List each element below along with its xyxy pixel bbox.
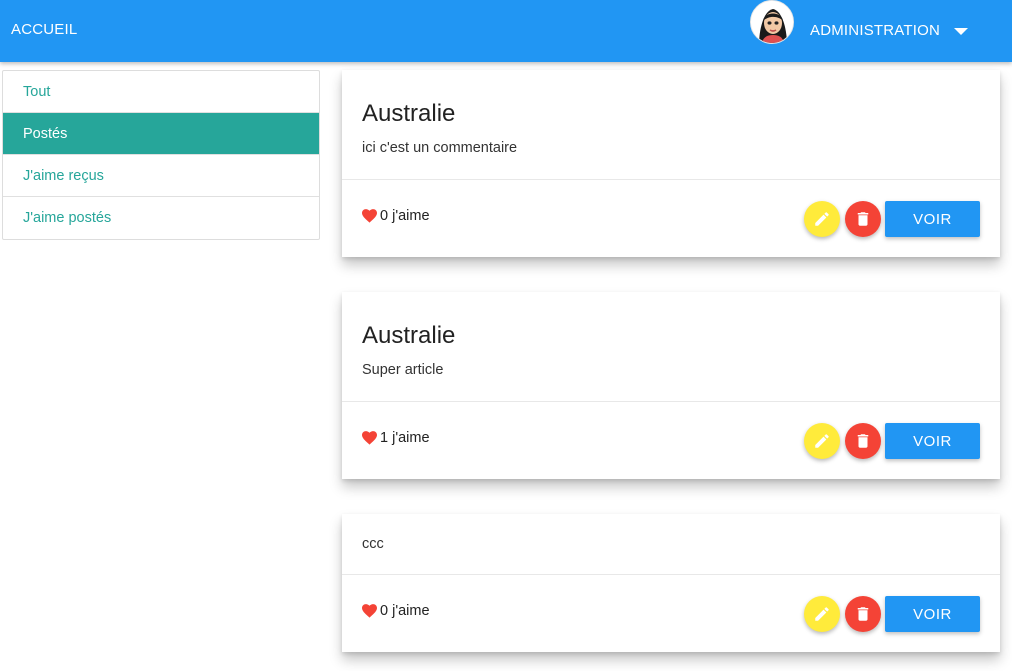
card-actions: 0 j'aime VOIR bbox=[342, 179, 1000, 257]
likes-text: 1 j'aime bbox=[380, 430, 430, 446]
likes-count: 1 j'aime bbox=[362, 430, 430, 446]
likes-count: 0 j'aime bbox=[362, 208, 430, 224]
sidebar-item-jaime-recus[interactable]: J'aime reçus bbox=[3, 155, 319, 197]
card-actions: 0 j'aime VOIR bbox=[342, 574, 1000, 652]
edit-button[interactable] bbox=[804, 201, 840, 237]
likes-count: 0 j'aime bbox=[362, 603, 430, 619]
post-title: Australie bbox=[362, 322, 456, 349]
pencil-icon bbox=[815, 212, 829, 226]
view-button[interactable]: VOIR bbox=[885, 423, 980, 459]
post-card: Australie Super article 1 j'aime VOIR bbox=[342, 292, 1000, 479]
sidebar-item-tout[interactable]: Tout bbox=[3, 71, 319, 113]
edit-button[interactable] bbox=[804, 423, 840, 459]
post-card: ccc 0 j'aime VOIR bbox=[342, 514, 1000, 652]
heart-icon bbox=[362, 209, 377, 223]
admin-menu-label: ADMINISTRATION bbox=[810, 22, 941, 39]
top-navbar: ACCUEIL ADMINISTRATION bbox=[0, 0, 1012, 62]
caret-down-icon bbox=[954, 28, 968, 35]
sidebar-item-postes[interactable]: Postés bbox=[3, 113, 319, 155]
edit-button[interactable] bbox=[804, 596, 840, 632]
avatar-image bbox=[751, 1, 793, 43]
pencil-icon bbox=[815, 434, 829, 448]
heart-icon bbox=[362, 431, 377, 445]
view-button[interactable]: VOIR bbox=[885, 201, 980, 237]
likes-text: 0 j'aime bbox=[380, 208, 430, 224]
sidebar-item-jaime-postes[interactable]: J'aime postés bbox=[3, 197, 319, 239]
view-button[interactable]: VOIR bbox=[885, 596, 980, 632]
delete-button[interactable] bbox=[845, 201, 881, 237]
heart-icon bbox=[362, 604, 377, 618]
post-card: Australie ici c'est un commentaire 0 j'a… bbox=[342, 70, 1000, 257]
pencil-icon bbox=[815, 607, 829, 621]
trash-icon bbox=[857, 212, 869, 226]
filter-sidebar: Tout Postés J'aime reçus J'aime postés bbox=[2, 70, 320, 240]
post-comment: ccc bbox=[362, 536, 384, 552]
avatar[interactable] bbox=[750, 0, 794, 44]
post-title: Australie bbox=[362, 100, 456, 127]
post-comment: ici c'est un commentaire bbox=[362, 140, 518, 156]
card-actions: 1 j'aime VOIR bbox=[342, 401, 1000, 479]
delete-button[interactable] bbox=[845, 423, 881, 459]
post-comment: Super article bbox=[362, 362, 444, 378]
home-link[interactable]: ACCUEIL bbox=[11, 21, 77, 38]
delete-button[interactable] bbox=[845, 596, 881, 632]
trash-icon bbox=[857, 607, 869, 621]
trash-icon bbox=[857, 434, 869, 448]
likes-text: 0 j'aime bbox=[380, 603, 430, 619]
